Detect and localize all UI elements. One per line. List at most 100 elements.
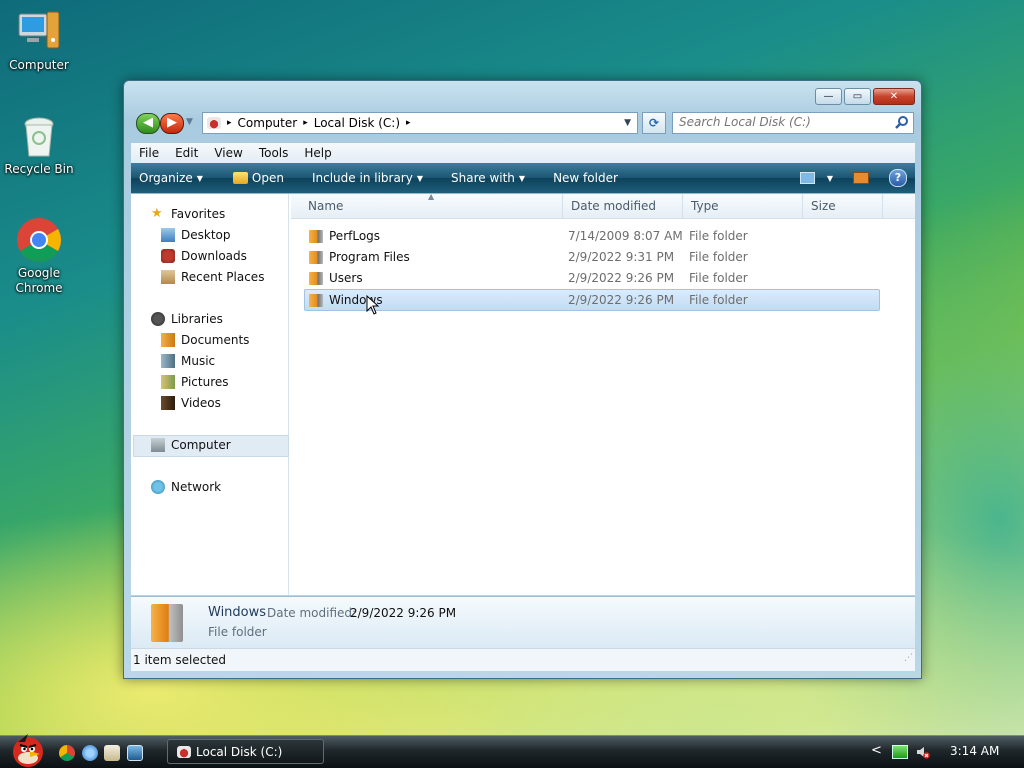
desktop-folder-icon [161, 228, 175, 242]
nav-label: Network [171, 480, 222, 494]
mouse-cursor-icon [366, 294, 380, 318]
recent-pages-dropdown[interactable]: ▼ [186, 117, 193, 127]
nav-pictures[interactable]: Pictures [161, 372, 229, 392]
organize-button[interactable]: Organize ▼ [131, 171, 213, 185]
clock[interactable]: 3:14 AM [950, 744, 999, 758]
minimize-button[interactable]: — [815, 88, 842, 105]
menu-view[interactable]: View [206, 146, 250, 160]
resize-grip-icon[interactable]: ⋰ [904, 647, 913, 669]
open-button[interactable]: Open [223, 171, 294, 185]
menu-file[interactable]: File [131, 146, 167, 160]
start-button[interactable] [6, 732, 50, 768]
view-icon [799, 172, 815, 184]
nav-network[interactable]: Network [151, 477, 221, 497]
breadcrumb-local-disk[interactable]: Local Disk (C:) [314, 116, 400, 130]
file-type: File folder [689, 229, 748, 243]
forward-button[interactable]: ▶ [160, 113, 184, 134]
view-options-button[interactable]: ▼ [790, 172, 843, 184]
close-button[interactable]: ✕ [873, 88, 915, 105]
column-size[interactable]: Size [803, 194, 883, 218]
file-type: File folder [689, 293, 748, 307]
new-folder-label: New folder [553, 171, 618, 185]
nav-label: Downloads [181, 249, 247, 263]
documents-icon [161, 333, 175, 347]
menu-tools[interactable]: Tools [251, 146, 297, 160]
maximize-button[interactable]: ▭ [844, 88, 871, 105]
nav-label: Recent Places [181, 270, 265, 284]
desktop-icon-chrome[interactable]: Google Chrome [0, 216, 78, 296]
breadcrumb-computer[interactable]: Computer [238, 116, 298, 130]
chrome-icon [15, 216, 63, 264]
nav-videos[interactable]: Videos [161, 393, 221, 413]
nav-libraries[interactable]: Libraries [151, 309, 223, 329]
breadcrumb-separator[interactable]: ▸ [303, 118, 308, 128]
details-date-label: Date modified: [267, 606, 357, 620]
file-row-selected[interactable]: Windows 2/9/2022 9:26 PM File folder [304, 289, 880, 311]
preview-pane-button[interactable] [843, 172, 879, 184]
column-date-modified[interactable]: Date modified [563, 194, 683, 218]
taskbar-button-local-disk[interactable]: Local Disk (C:) [167, 739, 324, 764]
nav-computer[interactable]: Computer [151, 435, 231, 455]
computer-icon [151, 438, 165, 452]
open-label: Open [251, 171, 284, 185]
folder-icon [309, 272, 323, 285]
include-label: Include in library [311, 171, 413, 185]
desktop-icon-label: Google Chrome [15, 266, 63, 295]
address-row: ◀ ▶ ▼ ▸ Computer ▸ Local Disk (C:) ▸ ▼ ⟳ [134, 111, 914, 135]
help-icon: ? [889, 169, 907, 187]
navigation-pane: ★ Favorites Desktop Downloads Recent Pla… [131, 194, 289, 595]
network-tray-icon[interactable] [892, 745, 908, 759]
column-type[interactable]: Type [683, 194, 803, 218]
breadcrumb-separator[interactable]: ▸ [406, 118, 411, 128]
details-date-value: 2/9/2022 9:26 PM [350, 606, 457, 620]
file-row[interactable]: PerfLogs 7/14/2009 8:07 AM File folder [305, 226, 879, 246]
recycle-bin-icon [15, 112, 63, 160]
organize-label: Organize [139, 171, 193, 185]
nav-recent-places[interactable]: Recent Places [161, 267, 264, 287]
folder-icon [309, 251, 323, 264]
search-icon[interactable] [895, 115, 909, 129]
address-bar[interactable]: ▸ Computer ▸ Local Disk (C:) ▸ ▼ [202, 112, 638, 134]
internet-explorer-icon[interactable] [82, 745, 98, 761]
address-book-icon[interactable] [104, 745, 120, 761]
menu-edit[interactable]: Edit [167, 146, 206, 160]
chevron-down-icon: ▼ [518, 173, 526, 183]
chevron-down-icon: ▼ [416, 173, 423, 183]
breadcrumb-separator[interactable]: ▸ [227, 118, 232, 128]
share-label: Share with [451, 171, 515, 185]
chevron-down-icon: ▼ [826, 173, 833, 183]
address-dropdown-icon[interactable]: ▼ [624, 118, 631, 128]
show-desktop-icon[interactable] [127, 745, 143, 761]
back-arrow-icon: ◀ [143, 115, 153, 130]
chrome-quicklaunch-icon[interactable] [59, 745, 75, 761]
preview-pane-icon [853, 172, 869, 184]
nav-desktop[interactable]: Desktop [161, 225, 231, 245]
nav-downloads[interactable]: Downloads [161, 246, 247, 266]
back-button[interactable]: ◀ [136, 113, 160, 134]
new-folder-button[interactable]: New folder [543, 171, 628, 185]
nav-documents[interactable]: Documents [161, 330, 249, 350]
forward-arrow-icon: ▶ [167, 115, 177, 130]
volume-muted-icon[interactable] [916, 745, 930, 759]
desktop-icon-recycle-bin[interactable]: Recycle Bin [0, 112, 78, 177]
large-folder-icon [151, 604, 183, 642]
sort-ascending-icon: ▲ [428, 192, 435, 201]
details-type: File folder [208, 625, 267, 639]
folder-icon [309, 294, 323, 307]
nav-music[interactable]: Music [161, 351, 215, 371]
nav-favorites[interactable]: ★ Favorites [151, 204, 225, 224]
menu-help[interactable]: Help [296, 146, 339, 160]
file-row[interactable]: Program Files 2/9/2022 9:31 PM File fold… [305, 247, 879, 267]
refresh-button[interactable]: ⟳ [642, 112, 666, 134]
search-input[interactable] [673, 113, 884, 131]
drive-icon [207, 117, 221, 129]
file-row[interactable]: Users 2/9/2022 9:26 PM File folder [305, 268, 879, 288]
nav-label: Computer [171, 438, 231, 452]
tray-expand-button[interactable]: < [871, 743, 882, 758]
column-name[interactable]: Name [291, 194, 563, 218]
nav-label: Videos [181, 396, 221, 410]
include-in-library-button[interactable]: Include in library ▼ [302, 171, 433, 185]
help-button[interactable]: ? [879, 169, 915, 187]
share-with-button[interactable]: Share with ▼ [441, 171, 535, 185]
desktop-icon-computer[interactable]: Computer [0, 8, 78, 73]
